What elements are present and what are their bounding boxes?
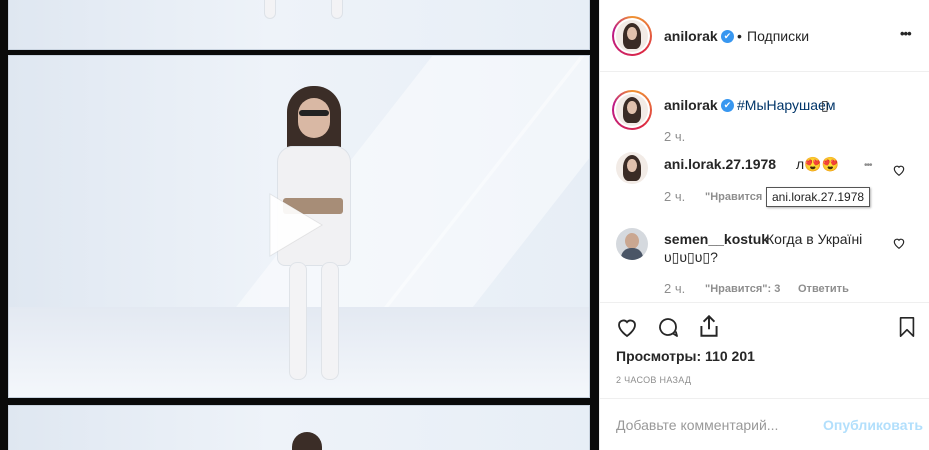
verified-badge-icon: ✔ bbox=[721, 30, 734, 43]
story-ring[interactable] bbox=[612, 16, 652, 56]
comment-likes[interactable]: "Нравится bbox=[705, 191, 762, 203]
heart-icon[interactable] bbox=[892, 236, 906, 250]
caption-username[interactable]: anilorak bbox=[664, 97, 718, 113]
post-header: anilorak ✔ • Подписки ••• bbox=[600, 0, 929, 72]
caption-story-ring[interactable] bbox=[612, 90, 652, 130]
figure-leg bbox=[264, 0, 276, 19]
username-tooltip: ani.lorak.27.1978 bbox=[766, 187, 871, 207]
comment-username[interactable]: semen__kostuk bbox=[664, 231, 769, 247]
reply-button[interactable]: Ответить bbox=[798, 283, 849, 295]
post-timestamp[interactable]: 2 ЧАСОВ НАЗАД bbox=[616, 375, 691, 385]
comment-avatar[interactable] bbox=[616, 228, 648, 260]
follow-separator: • bbox=[737, 28, 742, 44]
share-icon[interactable] bbox=[696, 313, 722, 339]
bookmark-icon[interactable] bbox=[896, 315, 918, 339]
post-media[interactable] bbox=[0, 0, 599, 450]
heart-icon[interactable] bbox=[614, 315, 640, 339]
following-button[interactable]: Подписки bbox=[747, 28, 809, 44]
post-sidebar: anilorak ✔ • Подписки ••• anilorak ✔ #Мы… bbox=[599, 0, 929, 450]
more-icon[interactable]: ••• bbox=[900, 26, 912, 41]
comment-time[interactable]: 2 ч. bbox=[664, 189, 685, 204]
model-figure-partial bbox=[292, 432, 322, 450]
caption-emoji: ▯ bbox=[821, 97, 829, 113]
publish-button[interactable]: Опубликовать bbox=[823, 417, 923, 433]
comment-text-continued: υ▯υ▯υ▯? bbox=[664, 249, 718, 265]
comment-likes[interactable]: "Нравится": 3 bbox=[705, 283, 780, 295]
comment-composer: Добавьте комментарий... Опубликовать bbox=[600, 398, 929, 450]
comment-time[interactable]: 2 ч. bbox=[664, 281, 685, 296]
figure-leg bbox=[331, 0, 343, 19]
views-count[interactable]: Просмотры: 110 201 bbox=[616, 348, 755, 364]
header-username[interactable]: anilorak bbox=[664, 28, 718, 44]
comment-avatar[interactable] bbox=[616, 152, 648, 184]
heart-icon[interactable] bbox=[892, 163, 906, 177]
comment-input[interactable]: Добавьте комментарий... bbox=[616, 417, 778, 433]
video-frame-bottom bbox=[8, 405, 590, 450]
caption-time[interactable]: 2 ч. bbox=[664, 129, 685, 144]
play-icon[interactable] bbox=[266, 190, 326, 260]
comment-text: Когда в Україні bbox=[766, 231, 863, 247]
avatar bbox=[616, 94, 648, 126]
comment-username[interactable]: ani.lorak.27.1978 bbox=[664, 156, 776, 172]
comment-icon[interactable] bbox=[655, 315, 681, 339]
avatar bbox=[616, 20, 648, 52]
action-bar: Просмотры: 110 201 2 ЧАСОВ НАЗАД bbox=[600, 302, 929, 385]
video-frame-top bbox=[8, 0, 590, 50]
comment-more-icon[interactable]: ••• bbox=[864, 160, 872, 171]
verified-badge-icon: ✔ bbox=[721, 99, 734, 112]
comment-text: л😍😍 bbox=[796, 156, 840, 172]
